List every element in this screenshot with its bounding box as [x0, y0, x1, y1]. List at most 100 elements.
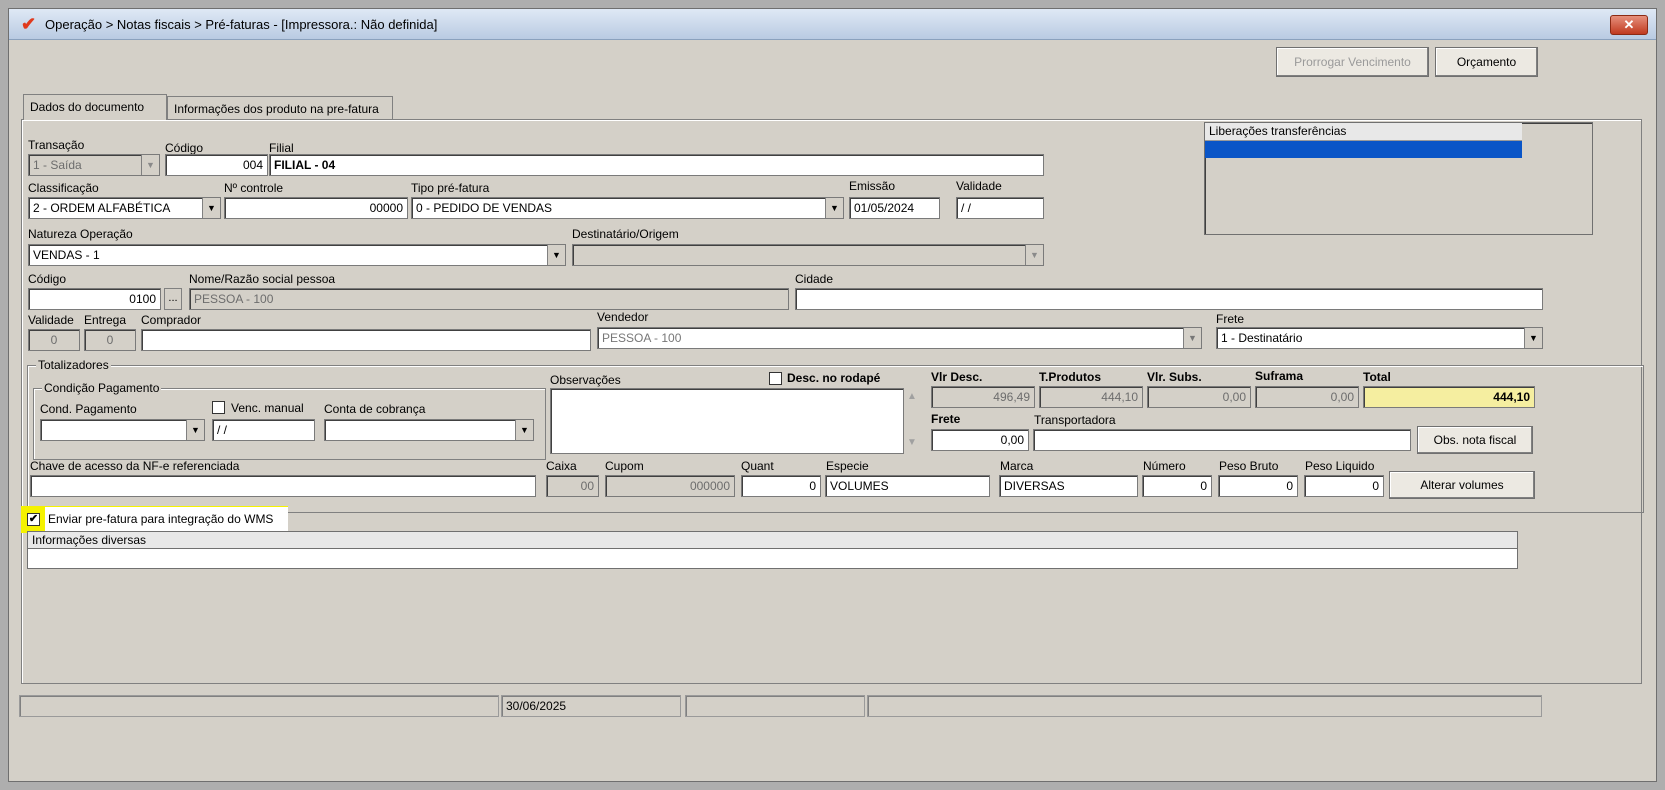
conta-cobranca-select[interactable]: ▼	[324, 419, 534, 441]
vlr-desc-label: Vlr Desc.	[931, 370, 983, 384]
classificacao-label: Classificação	[28, 181, 99, 195]
emissao-field[interactable]: 01/05/2024	[849, 197, 940, 219]
entrega-field[interactable]: 0	[84, 329, 136, 351]
observacoes-textarea[interactable]	[550, 388, 904, 454]
validade-label: Validade	[956, 179, 1002, 193]
total-label: Total	[1363, 370, 1391, 384]
frete-tipo-label: Frete	[1216, 312, 1245, 326]
orcamento-button[interactable]: Orçamento	[1435, 47, 1538, 77]
destinatario-label: Destinatário/Origem	[572, 227, 679, 241]
classificacao-select[interactable]: 2 - ORDEM ALFABÉTICA ▼	[28, 197, 221, 219]
caixa-label: Caixa	[546, 459, 577, 473]
window-title: Operação > Notas fiscais > Pré-faturas -…	[45, 17, 438, 32]
t-produtos-label: T.Produtos	[1039, 370, 1101, 384]
liberacoes-selected-row[interactable]	[1205, 141, 1522, 158]
vendedor-label: Vendedor	[597, 310, 649, 324]
validade2-label: Validade	[28, 313, 74, 327]
marca-field[interactable]: DIVERSAS	[999, 475, 1138, 497]
natureza-value: VENDAS - 1	[33, 248, 100, 262]
ncontrole-field[interactable]: 00000	[224, 197, 408, 219]
tab-informacoes-produto[interactable]: Informações dos produto na pre-fatura	[167, 96, 393, 120]
main-window: ✔ Operação > Notas fiscais > Pré-faturas…	[8, 8, 1657, 782]
conta-cobranca-label: Conta de cobrança	[324, 402, 426, 416]
classificacao-value: 2 - ORDEM ALFABÉTICA	[33, 201, 171, 215]
cond-pagamento-select[interactable]: ▼	[40, 419, 205, 441]
pessoa-search-button[interactable]: ...	[164, 288, 182, 310]
cupom-field[interactable]: 000000	[605, 475, 735, 497]
chave-acesso-field[interactable]	[30, 475, 536, 497]
pessoa-codigo-label: Código	[28, 272, 67, 286]
transportadora-label: Transportadora	[1034, 413, 1116, 427]
nome-field[interactable]: PESSOA - 100	[189, 288, 789, 310]
t-produtos-field[interactable]: 444,10	[1039, 386, 1143, 408]
numero-label: Número	[1143, 459, 1186, 473]
alterar-volumes-button[interactable]: Alterar volumes	[1389, 471, 1535, 499]
numero-field[interactable]: 0	[1142, 475, 1212, 497]
suframa-field[interactable]: 0,00	[1255, 386, 1359, 408]
liberacoes-list[interactable]: Liberações transferências	[1204, 122, 1593, 235]
scroll-up-icon[interactable]: ▲	[907, 391, 917, 402]
filial-field[interactable]: FILIAL - 04	[269, 154, 1044, 176]
especie-field[interactable]: VOLUMES	[825, 475, 990, 497]
informacoes-diversas-header: Informações diversas	[28, 532, 1517, 549]
caixa-field[interactable]: 00	[546, 475, 599, 497]
status-cell-4	[867, 695, 1542, 717]
venc-manual-label: Venc. manual	[231, 401, 304, 415]
wms-checkbox[interactable]: ✔	[27, 513, 40, 526]
obs-nota-fiscal-button[interactable]: Obs. nota fiscal	[1417, 426, 1533, 454]
desc-rodape-label: Desc. no rodapé	[787, 371, 881, 385]
peso-liquido-field[interactable]: 0	[1304, 475, 1384, 497]
frete-valor-label: Frete	[931, 412, 961, 426]
natureza-select[interactable]: VENDAS - 1 ▼	[28, 244, 566, 266]
codigo-field[interactable]: 004	[165, 154, 268, 176]
desc-rodape-checkbox[interactable]	[769, 372, 782, 385]
vlr-subs-label: Vlr. Subs.	[1147, 370, 1202, 384]
venc-manual-field[interactable]: / /	[212, 419, 315, 441]
comprador-field[interactable]	[141, 329, 591, 351]
tab-dados-documento[interactable]: Dados do documento	[23, 94, 167, 120]
chave-acesso-label: Chave de acesso da NF-e referenciada	[30, 459, 240, 473]
frete-valor-field[interactable]: 0,00	[931, 429, 1029, 451]
scroll-down-icon[interactable]: ▼	[907, 437, 917, 448]
pessoa-codigo-field[interactable]: 0100	[28, 288, 161, 310]
filial-label: Filial	[269, 141, 294, 155]
vendedor-select[interactable]: PESSOA - 100 ▼	[597, 327, 1202, 349]
frete-tipo-value: 1 - Destinatário	[1221, 331, 1303, 345]
status-date: 30/06/2025	[501, 695, 681, 717]
quant-field[interactable]: 0	[741, 475, 821, 497]
close-button[interactable]: ✕	[1610, 15, 1648, 35]
app-logo-icon: ✔	[21, 14, 37, 34]
observacoes-label: Observações	[550, 373, 621, 387]
informacoes-diversas-list[interactable]: Informações diversas	[27, 531, 1518, 569]
peso-bruto-field[interactable]: 0	[1218, 475, 1298, 497]
vendedor-value: PESSOA - 100	[602, 331, 682, 345]
venc-manual-checkbox[interactable]	[212, 401, 225, 414]
totalizadores-title: Totalizadores	[36, 358, 111, 372]
tipo-prefatura-value: 0 - PEDIDO DE VENDAS	[416, 201, 553, 215]
frete-tipo-select[interactable]: 1 - Destinatário ▼	[1216, 327, 1543, 349]
tipo-prefatura-select[interactable]: 0 - PEDIDO DE VENDAS ▼	[411, 197, 844, 219]
peso-bruto-label: Peso Bruto	[1219, 459, 1279, 473]
chevron-down-icon: ▼	[202, 198, 220, 218]
cond-pagamento-label: Cond. Pagamento	[40, 402, 137, 416]
vlr-desc-field[interactable]: 496,49	[931, 386, 1035, 408]
especie-label: Especie	[826, 459, 869, 473]
chevron-down-icon: ▼	[515, 420, 533, 440]
codigo-label: Código	[165, 141, 204, 155]
marca-label: Marca	[1000, 459, 1034, 473]
validade-field[interactable]: / /	[956, 197, 1044, 219]
wms-label[interactable]: Enviar pre-fatura para integração do WMS	[48, 512, 273, 526]
validade2-field[interactable]: 0	[28, 329, 80, 351]
total-field[interactable]: 444,10	[1363, 386, 1535, 408]
comprador-label: Comprador	[141, 313, 202, 327]
chevron-down-icon: ▼	[1524, 328, 1542, 348]
chevron-down-icon: ▼	[186, 420, 204, 440]
vlr-subs-field[interactable]: 0,00	[1147, 386, 1251, 408]
peso-liquido-label: Peso Liquido	[1305, 459, 1375, 473]
transacao-select[interactable]: 1 - Saída ▼	[28, 154, 160, 176]
destinatario-select[interactable]: ▼	[572, 244, 1044, 266]
cidade-field[interactable]	[795, 288, 1543, 310]
prorrogar-vencimento-button[interactable]: Prorrogar Vencimento	[1276, 47, 1429, 77]
condicao-pagamento-title: Condição Pagamento	[42, 381, 162, 395]
transportadora-field[interactable]	[1033, 429, 1411, 451]
